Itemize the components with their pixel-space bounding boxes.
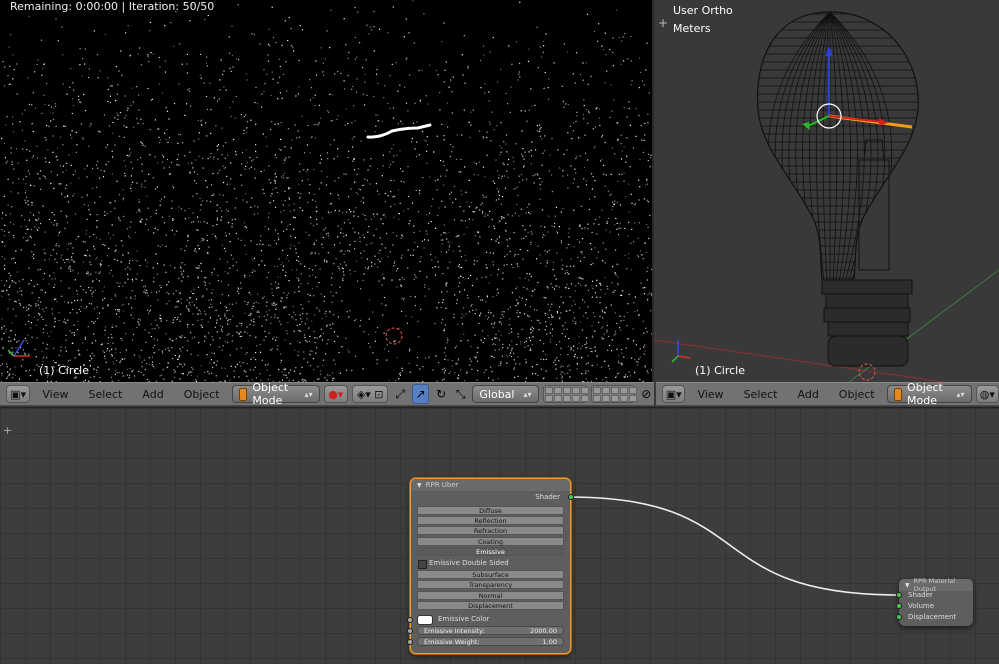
render-image xyxy=(0,0,652,382)
view-name-label: User Ortho xyxy=(673,4,733,17)
viewport-icon: ▣▾ xyxy=(10,388,26,401)
node-header[interactable]: ▼ RPR Material Output xyxy=(899,579,973,591)
units-label: Meters xyxy=(673,22,711,35)
editor-type-button[interactable]: ▣▾ xyxy=(6,385,30,403)
manipulator-toggle-icon[interactable]: ⤢ xyxy=(392,385,408,403)
menu-select[interactable]: Select xyxy=(736,388,786,401)
menu-object[interactable]: Object xyxy=(176,388,228,401)
shader-input-socket[interactable] xyxy=(896,592,902,598)
shading-button[interactable]: ◍▾ xyxy=(976,385,999,403)
emissive-intensity-socket[interactable] xyxy=(407,628,413,634)
region-toggle-icon[interactable]: + xyxy=(658,16,668,30)
lock-icon[interactable]: ⊘ xyxy=(639,385,655,403)
field-value: 1.00 xyxy=(543,638,557,645)
transparency-button[interactable]: Transparency xyxy=(417,580,564,589)
rotate-icon[interactable]: ↻ xyxy=(433,385,449,403)
orientation-label: Global xyxy=(479,388,514,401)
pivot-icon: ◈▾ ⊡ xyxy=(357,388,384,401)
node-editor[interactable]: + ▼ RPR Uber Shader Diffuse Reflection R… xyxy=(0,407,999,664)
subsurface-button[interactable]: Subsurface xyxy=(417,570,564,579)
cube-icon xyxy=(894,388,902,401)
rpr-uber-node[interactable]: ▼ RPR Uber Shader Diffuse Reflection Ref… xyxy=(410,478,571,654)
normal-button[interactable]: Normal xyxy=(417,591,564,600)
3d-viewport[interactable]: + User Ortho Meters (1) Circle xyxy=(654,0,999,382)
translate-icon[interactable]: ↗ xyxy=(412,384,430,404)
layer-refraction-button[interactable]: Refraction xyxy=(417,526,564,535)
mode-label: Object Mode xyxy=(252,381,295,407)
menu-view[interactable]: View xyxy=(34,388,76,401)
active-object-label: (1) Circle xyxy=(695,364,745,377)
emissive-color-swatch[interactable] xyxy=(417,615,433,625)
sphere-shading-icon: ●▾ xyxy=(328,388,343,401)
menu-object[interactable]: Object xyxy=(831,388,883,401)
menu-add[interactable]: Add xyxy=(790,388,827,401)
lightbulb-wireframe xyxy=(654,0,999,382)
shading-button[interactable]: ●▾ xyxy=(324,385,348,403)
active-object-label: (1) Circle xyxy=(39,364,89,377)
shader-output-label: Shader xyxy=(535,493,560,501)
layer-diffuse-button[interactable]: Diffuse xyxy=(417,506,564,515)
render-status-text: Remaining: 0:00:00 | Iteration: 50/50 xyxy=(10,0,214,13)
render-view-header: ▣▾ View Select Add Object Object Mode ▴▾… xyxy=(0,382,654,406)
layer-emissive-button[interactable]: Emissive xyxy=(417,547,564,556)
updown-icon: ▴▾ xyxy=(523,390,531,399)
volume-input-label: Volume xyxy=(908,602,934,610)
layer-coating-button[interactable]: Coating xyxy=(417,537,564,546)
menu-add[interactable]: Add xyxy=(134,388,171,401)
shader-output-socket[interactable] xyxy=(568,494,574,500)
collapse-icon[interactable]: ▼ xyxy=(905,582,910,589)
emissive-weight-socket[interactable] xyxy=(407,639,413,645)
render-viewport[interactable]: Remaining: 0:00:00 | Iteration: 50/50 (1… xyxy=(0,0,654,382)
cube-icon xyxy=(239,388,248,401)
volume-input-socket[interactable] xyxy=(896,603,902,609)
rpr-material-output-node[interactable]: ▼ RPR Material Output Shader Volume Disp… xyxy=(899,579,973,626)
emissive-color-label: Emissive Color xyxy=(438,615,489,623)
emissive-weight-field[interactable]: Emissive Weight: 1.00 xyxy=(417,637,564,646)
menu-select[interactable]: Select xyxy=(80,388,130,401)
layers-grid-a[interactable] xyxy=(543,385,587,403)
displacement-input-label: Displacement xyxy=(908,613,956,621)
displacement-button[interactable]: Displacement xyxy=(417,601,564,610)
layer-reflection-button[interactable]: Reflection xyxy=(417,516,564,525)
node-title: RPR Uber xyxy=(426,481,459,489)
shader-input-label: Shader xyxy=(908,591,933,599)
displacement-input-socket[interactable] xyxy=(896,614,902,620)
updown-icon: ▴▾ xyxy=(957,390,965,399)
pivot-button[interactable]: ◈▾ ⊡ xyxy=(352,385,388,403)
mode-dropdown[interactable]: Object Mode ▴▾ xyxy=(887,385,972,403)
node-header[interactable]: ▼ RPR Uber xyxy=(411,479,570,491)
mode-dropdown[interactable]: Object Mode ▴▾ xyxy=(232,385,320,403)
scale-icon[interactable]: ⤡ xyxy=(453,385,469,403)
double-sided-label: Emissive Double Sided xyxy=(429,559,509,567)
field-value: 2000.00 xyxy=(530,627,557,634)
double-sided-checkbox[interactable] xyxy=(418,560,427,569)
filament-glow xyxy=(368,125,430,137)
mode-label: Object Mode xyxy=(907,381,947,407)
emissive-intensity-field[interactable]: Emissive Intensity: 2000.00 xyxy=(417,626,564,635)
collapse-icon[interactable]: ▼ xyxy=(417,482,422,489)
3d-view-header: ▣▾ View Select Add Object Object Mode ▴▾… xyxy=(656,382,999,406)
menu-view[interactable]: View xyxy=(689,388,731,401)
layers-grid-b[interactable] xyxy=(591,385,635,403)
editor-type-button[interactable]: ▣▾ xyxy=(662,385,685,403)
viewport-icon: ▣▾ xyxy=(666,388,682,401)
field-label: Emissive Weight: xyxy=(424,638,480,645)
orientation-dropdown[interactable]: Global ▴▾ xyxy=(472,385,538,403)
updown-icon: ▴▾ xyxy=(305,390,313,399)
wire-shading-icon: ◍▾ xyxy=(980,388,995,401)
emissive-color-socket[interactable] xyxy=(407,617,413,623)
field-label: Emissive Intensity: xyxy=(424,627,485,634)
